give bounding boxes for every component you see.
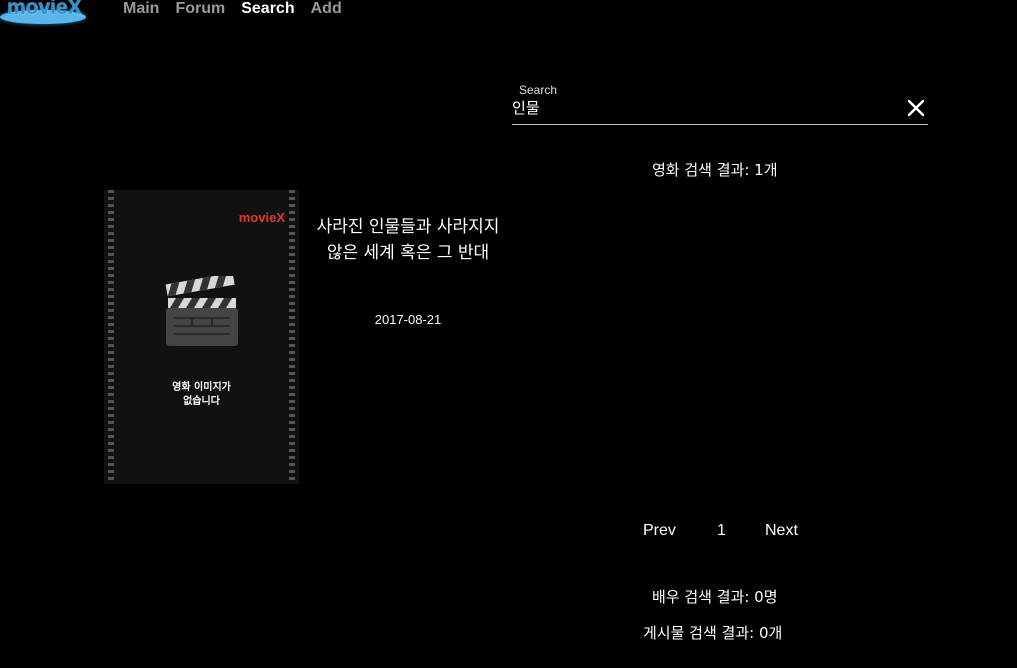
top-nav: Main Forum Search Add xyxy=(123,0,342,18)
film-strip-edge xyxy=(108,190,114,484)
close-icon[interactable] xyxy=(906,98,926,118)
post-result-count: 게시물 검색 결과: 0개 xyxy=(643,624,783,642)
site-logo[interactable]: movieX xyxy=(0,0,88,26)
next-button[interactable]: Next xyxy=(765,522,798,540)
poster-brand: movieX xyxy=(238,210,285,225)
movie-date: 2017-08-21 xyxy=(374,312,442,327)
nav-item-forum[interactable]: Forum xyxy=(175,0,225,18)
clapperboard-icon xyxy=(165,276,238,346)
movie-result-count-text: 영화 검색 결과: 1개 xyxy=(652,161,778,179)
logo-text: movieX xyxy=(7,0,82,19)
nav-item-add[interactable]: Add xyxy=(311,0,342,18)
nav-item-search[interactable]: Search xyxy=(241,0,294,18)
movie-poster[interactable]: movieX 영화 이미지가 없습니다 xyxy=(104,190,299,484)
nav-item-main[interactable]: Main xyxy=(123,0,159,18)
search-field: Search xyxy=(512,82,928,125)
poster-placeholder-text: 영화 이미지가 없습니다 xyxy=(172,382,231,407)
actor-result-count: 배우 검색 결과: 0명 xyxy=(652,588,778,606)
movie-card[interactable]: movieX 영화 이미지가 없습니다 사라진 인물들과 사라지지 않은 세계 … xyxy=(104,190,504,484)
prev-button[interactable]: Prev xyxy=(643,522,676,540)
search-input[interactable] xyxy=(512,96,892,118)
search-label: Search xyxy=(519,83,558,97)
page-number[interactable]: 1 xyxy=(717,522,726,540)
movie-title[interactable]: 사라진 인물들과 사라지지 않은 세계 혹은 그 반대 xyxy=(310,214,506,266)
film-strip-edge xyxy=(289,190,295,484)
